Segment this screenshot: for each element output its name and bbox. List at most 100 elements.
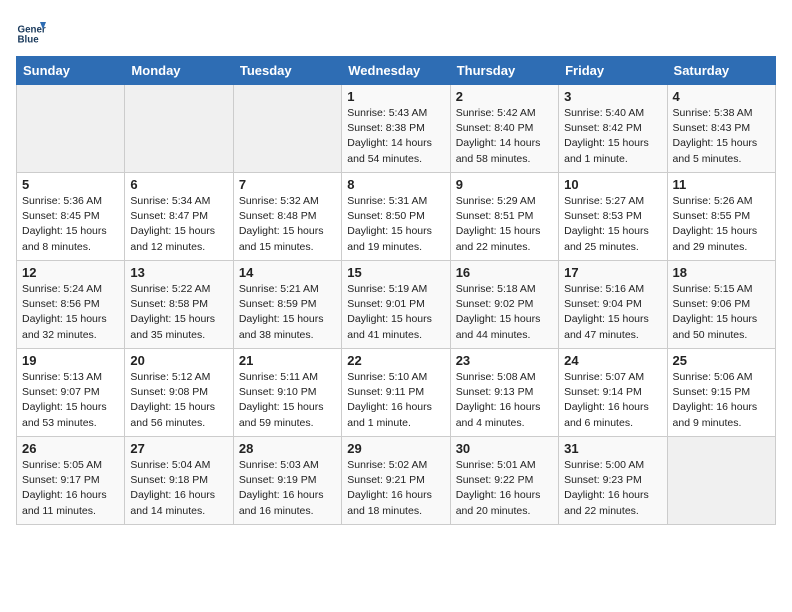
calendar-cell: 8 Sunrise: 5:31 AM Sunset: 8:50 PM Daylig… [342,173,450,261]
calendar-header-row: SundayMondayTuesdayWednesdayThursdayFrid… [17,57,776,85]
day-info: Sunrise: 5:10 AM Sunset: 9:11 PM Dayligh… [347,370,444,431]
day-info: Sunrise: 5:01 AM Sunset: 9:22 PM Dayligh… [456,458,553,519]
calendar-cell: 25Sunrise: 5:06 AM Sunset: 9:15 PM Dayli… [667,349,775,437]
day-info: Sunrise: 5:12 AM Sunset: 9:08 PM Dayligh… [130,370,227,431]
day-number: 8 [347,177,444,192]
day-number: 12 [22,265,119,280]
calendar-cell: 16 Sunrise: 5:18 AM Sunset: 9:02 PM Dayli… [450,261,558,349]
day-info: Sunrise: 5:38 AM Sunset: 8:43 PM Dayligh… [673,106,770,167]
day-number: 9 [456,177,553,192]
calendar-cell: 13 Sunrise: 5:22 AM Sunset: 8:58 PM Dayli… [125,261,233,349]
day-number: 13 [130,265,227,280]
day-info: Sunrise: 5:03 AM Sunset: 9:19 PM Dayligh… [239,458,336,519]
day-info: Sunrise: 5:19 AM Sunset: 9:01 PM Dayligh… [347,282,444,343]
day-number: 18 [673,265,770,280]
day-info: Sunrise: 5:32 AM Sunset: 8:48 PM Dayligh… [239,194,336,255]
day-number: 31 [564,441,661,456]
weekday-header: Saturday [667,57,775,85]
calendar-cell: 15 Sunrise: 5:19 AM Sunset: 9:01 PM Dayli… [342,261,450,349]
day-info: Sunrise: 5:15 AM Sunset: 9:06 PM Dayligh… [673,282,770,343]
calendar-cell: 24Sunrise: 5:07 AM Sunset: 9:14 PM Dayli… [559,349,667,437]
day-number: 3 [564,89,661,104]
day-number: 20 [130,353,227,368]
day-info: Sunrise: 5:22 AM Sunset: 8:58 PM Dayligh… [130,282,227,343]
logo: General Blue [16,16,52,46]
calendar-week-row: 12 Sunrise: 5:24 AM Sunset: 8:56 PM Dayli… [17,261,776,349]
day-number: 16 [456,265,553,280]
day-number: 10 [564,177,661,192]
day-number: 23 [456,353,553,368]
day-number: 19 [22,353,119,368]
day-info: Sunrise: 5:34 AM Sunset: 8:47 PM Dayligh… [130,194,227,255]
calendar-week-row: 1Sunrise: 5:43 AM Sunset: 8:38 PM Daylig… [17,85,776,173]
day-number: 6 [130,177,227,192]
weekday-header: Tuesday [233,57,341,85]
page-header: General Blue [16,16,776,46]
calendar-cell: 7Sunrise: 5:32 AM Sunset: 8:48 PM Daylig… [233,173,341,261]
calendar-cell: 26 Sunrise: 5:05 AM Sunset: 9:17 PM Dayli… [17,437,125,525]
day-info: Sunrise: 5:13 AM Sunset: 9:07 PM Dayligh… [22,370,119,431]
day-info: Sunrise: 5:24 AM Sunset: 8:56 PM Dayligh… [22,282,119,343]
day-info: Sunrise: 5:07 AM Sunset: 9:14 PM Dayligh… [564,370,661,431]
day-number: 15 [347,265,444,280]
day-number: 30 [456,441,553,456]
weekday-header: Wednesday [342,57,450,85]
day-info: Sunrise: 5:05 AM Sunset: 9:17 PM Dayligh… [22,458,119,519]
day-number: 14 [239,265,336,280]
day-info: Sunrise: 5:43 AM Sunset: 8:38 PM Dayligh… [347,106,444,167]
day-info: Sunrise: 5:16 AM Sunset: 9:04 PM Dayligh… [564,282,661,343]
day-number: 2 [456,89,553,104]
calendar-cell: 31 Sunrise: 5:00 AM Sunset: 9:23 PM Dayli… [559,437,667,525]
calendar-cell: 1Sunrise: 5:43 AM Sunset: 8:38 PM Daylig… [342,85,450,173]
calendar-cell: 23 Sunrise: 5:08 AM Sunset: 9:13 PM Dayli… [450,349,558,437]
day-info: Sunrise: 5:08 AM Sunset: 9:13 PM Dayligh… [456,370,553,431]
day-info: Sunrise: 5:00 AM Sunset: 9:23 PM Dayligh… [564,458,661,519]
day-number: 27 [130,441,227,456]
calendar-cell: 5Sunrise: 5:36 AM Sunset: 8:45 PM Daylig… [17,173,125,261]
day-number: 26 [22,441,119,456]
day-number: 5 [22,177,119,192]
calendar-cell: 30 Sunrise: 5:01 AM Sunset: 9:22 PM Dayli… [450,437,558,525]
calendar-cell [17,85,125,173]
svg-text:Blue: Blue [18,34,40,45]
day-number: 28 [239,441,336,456]
day-info: Sunrise: 5:42 AM Sunset: 8:40 PM Dayligh… [456,106,553,167]
day-number: 17 [564,265,661,280]
calendar-cell: 22 Sunrise: 5:10 AM Sunset: 9:11 PM Dayli… [342,349,450,437]
weekday-header: Monday [125,57,233,85]
calendar-table: SundayMondayTuesdayWednesdayThursdayFrid… [16,56,776,525]
day-info: Sunrise: 5:21 AM Sunset: 8:59 PM Dayligh… [239,282,336,343]
calendar-cell: 11 Sunrise: 5:26 AM Sunset: 8:55 PM Dayli… [667,173,775,261]
day-info: Sunrise: 5:04 AM Sunset: 9:18 PM Dayligh… [130,458,227,519]
calendar-cell: 9Sunrise: 5:29 AM Sunset: 8:51 PM Daylig… [450,173,558,261]
calendar-cell: 4Sunrise: 5:38 AM Sunset: 8:43 PM Daylig… [667,85,775,173]
calendar-cell: 2 Sunrise: 5:42 AM Sunset: 8:40 PM Daylig… [450,85,558,173]
calendar-cell [233,85,341,173]
calendar-cell: 19 Sunrise: 5:13 AM Sunset: 9:07 PM Dayli… [17,349,125,437]
day-info: Sunrise: 5:31 AM Sunset: 8:50 PM Dayligh… [347,194,444,255]
calendar-cell: 27 Sunrise: 5:04 AM Sunset: 9:18 PM Dayli… [125,437,233,525]
calendar-cell [125,85,233,173]
calendar-cell: 17 Sunrise: 5:16 AM Sunset: 9:04 PM Dayli… [559,261,667,349]
weekday-header: Friday [559,57,667,85]
day-info: Sunrise: 5:11 AM Sunset: 9:10 PM Dayligh… [239,370,336,431]
day-number: 22 [347,353,444,368]
day-number: 21 [239,353,336,368]
calendar-cell: 18 Sunrise: 5:15 AM Sunset: 9:06 PM Dayli… [667,261,775,349]
calendar-body: 1Sunrise: 5:43 AM Sunset: 8:38 PM Daylig… [17,85,776,525]
calendar-cell: 28 Sunrise: 5:03 AM Sunset: 9:19 PM Dayli… [233,437,341,525]
weekday-header: Sunday [17,57,125,85]
calendar-week-row: 26 Sunrise: 5:05 AM Sunset: 9:17 PM Dayli… [17,437,776,525]
day-info: Sunrise: 5:18 AM Sunset: 9:02 PM Dayligh… [456,282,553,343]
day-number: 11 [673,177,770,192]
calendar-cell: 20 Sunrise: 5:12 AM Sunset: 9:08 PM Dayli… [125,349,233,437]
calendar-cell: 6 Sunrise: 5:34 AM Sunset: 8:47 PM Daylig… [125,173,233,261]
calendar-cell: 12 Sunrise: 5:24 AM Sunset: 8:56 PM Dayli… [17,261,125,349]
calendar-week-row: 19 Sunrise: 5:13 AM Sunset: 9:07 PM Dayli… [17,349,776,437]
day-info: Sunrise: 5:27 AM Sunset: 8:53 PM Dayligh… [564,194,661,255]
calendar-cell: 14 Sunrise: 5:21 AM Sunset: 8:59 PM Dayli… [233,261,341,349]
day-info: Sunrise: 5:26 AM Sunset: 8:55 PM Dayligh… [673,194,770,255]
day-info: Sunrise: 5:40 AM Sunset: 8:42 PM Dayligh… [564,106,661,167]
logo-icon: General Blue [16,16,46,46]
calendar-week-row: 5Sunrise: 5:36 AM Sunset: 8:45 PM Daylig… [17,173,776,261]
